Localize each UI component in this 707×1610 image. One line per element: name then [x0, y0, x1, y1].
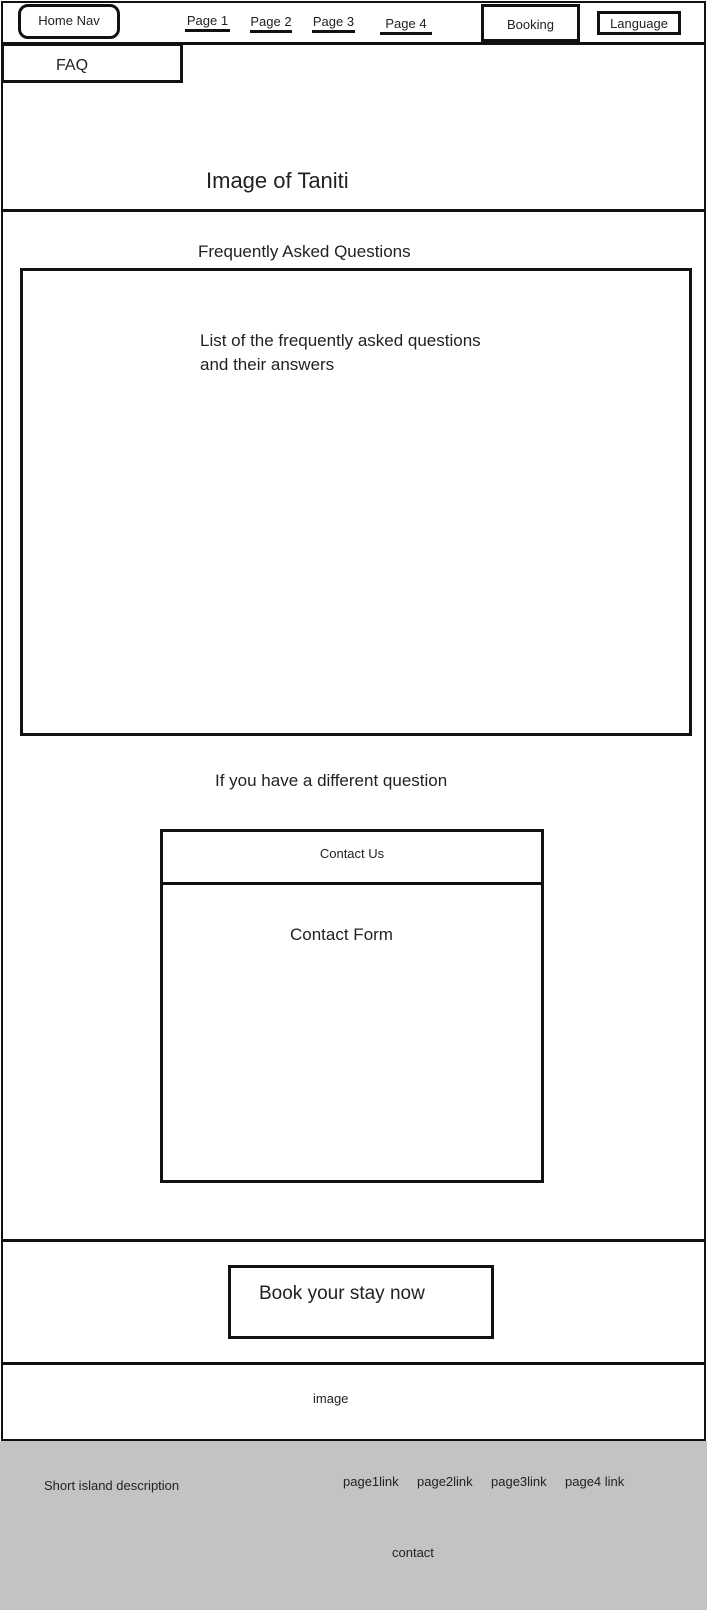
- home-nav-button[interactable]: Home Nav: [18, 4, 120, 39]
- language-button[interactable]: Language: [597, 11, 681, 35]
- book-stay-label: Book your stay now: [259, 1283, 425, 1304]
- faq-tab-label: FAQ: [56, 57, 89, 74]
- booking-button[interactable]: Booking: [481, 4, 580, 42]
- faq-list-placeholder: List of the frequently asked questions a…: [200, 329, 520, 377]
- booking-label: Booking: [507, 17, 554, 32]
- footer-link-page4[interactable]: page4 link: [565, 1474, 624, 1489]
- faq-heading: Frequently Asked Questions: [198, 242, 411, 261]
- contact-divider: [1, 1239, 706, 1242]
- faq-tab[interactable]: FAQ: [1, 43, 183, 83]
- footer-link-page3[interactable]: page3link: [491, 1474, 547, 1489]
- home-nav-label: Home Nav: [38, 13, 100, 28]
- footer-contact-link[interactable]: contact: [392, 1545, 434, 1560]
- nav-link-page-1[interactable]: Page 1: [185, 13, 230, 32]
- hero-divider: [1, 209, 706, 212]
- image-placeholder-caption: image: [313, 1391, 349, 1406]
- nav-link-page-2[interactable]: Page 2: [250, 14, 292, 33]
- footer: [0, 1441, 707, 1610]
- footer-link-page1[interactable]: page1link: [343, 1474, 399, 1489]
- contact-us-label: Contact Us: [319, 846, 385, 861]
- book-stay-button[interactable]: Book your stay now: [228, 1265, 494, 1339]
- nav-link-page-4[interactable]: Page 4: [380, 16, 432, 35]
- footer-link-page2[interactable]: page2link: [417, 1474, 473, 1489]
- hero-image-caption: Image of Taniti: [206, 168, 349, 193]
- contact-header-divider: [160, 882, 544, 885]
- cta-divider: [1, 1362, 706, 1365]
- faq-placeholder-line-2: and their answers: [200, 355, 335, 374]
- footer-island-description: Short island description: [44, 1478, 180, 1493]
- nav-link-page-3[interactable]: Page 3: [312, 14, 355, 33]
- language-label: Language: [610, 16, 668, 31]
- faq-placeholder-line-1: List of the frequently asked questions: [200, 331, 481, 350]
- different-question-prompt: If you have a different question: [215, 771, 448, 790]
- contact-form-placeholder[interactable]: Contact Form: [290, 925, 393, 945]
- contact-us-header: Contact Us: [160, 846, 544, 861]
